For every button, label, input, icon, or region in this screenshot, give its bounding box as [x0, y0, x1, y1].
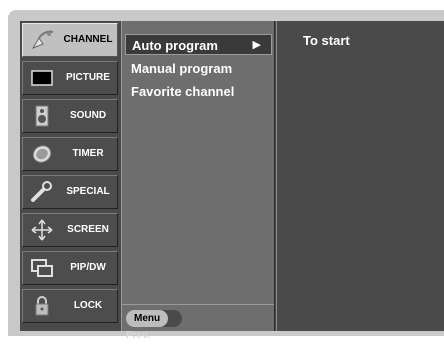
- category-column: CHANNEL PICTURE SOUND TIMER SPECIAL SCRE…: [20, 21, 121, 331]
- move-arrows-icon: [31, 219, 53, 241]
- category-label: SOUND: [69, 110, 107, 121]
- category-label: PIP/DW: [70, 262, 106, 273]
- pip-windows-icon: [31, 259, 53, 277]
- category-sound[interactable]: SOUND: [22, 99, 118, 133]
- category-special[interactable]: SPECIAL: [22, 175, 118, 209]
- menu-item-manual-program[interactable]: Manual program: [125, 58, 272, 79]
- osd-menu: CHANNEL PICTURE SOUND TIMER SPECIAL SCRE…: [20, 21, 444, 341]
- category-label: SPECIAL: [66, 186, 110, 197]
- menu-item-favorite-channel[interactable]: Favorite channel: [125, 81, 272, 102]
- category-picture[interactable]: PICTURE: [22, 61, 118, 95]
- menu-footer: MenuPrev.: [122, 304, 274, 341]
- right-arrow-icon: ▶: [252, 39, 261, 51]
- menu-prev-button[interactable]: MenuPrev.: [126, 310, 182, 341]
- category-channel[interactable]: CHANNEL: [22, 23, 118, 57]
- padlock-icon: [35, 296, 49, 316]
- tv-screen-icon: [31, 70, 53, 86]
- category-label: LOCK: [73, 300, 103, 311]
- category-screen[interactable]: SCREEN: [22, 213, 118, 247]
- category-label: CHANNEL: [63, 34, 113, 45]
- menu-item-label: Manual program: [131, 61, 233, 76]
- detail-panel: To start: [276, 21, 444, 331]
- satellite-dish-icon: [31, 30, 54, 50]
- category-lock[interactable]: LOCK: [22, 289, 118, 323]
- category-label: SCREEN: [67, 224, 109, 235]
- clock-icon: [32, 145, 52, 163]
- submenu-list: Auto program ▶ Manual program Favorite c…: [121, 21, 275, 341]
- menu-item-label: Auto program: [132, 38, 218, 53]
- tools-icon: [31, 181, 52, 202]
- menu-item-label: Favorite channel: [131, 84, 235, 99]
- menu-item-auto-program[interactable]: Auto program ▶: [125, 34, 272, 55]
- speaker-icon: [35, 105, 49, 127]
- category-pipdw[interactable]: PIP/DW: [22, 251, 118, 285]
- detail-text: To start: [303, 33, 350, 48]
- menu-key-label: Menu: [126, 310, 169, 327]
- category-label: TIMER: [72, 148, 104, 159]
- category-timer[interactable]: TIMER: [22, 137, 118, 171]
- category-label: PICTURE: [66, 72, 110, 83]
